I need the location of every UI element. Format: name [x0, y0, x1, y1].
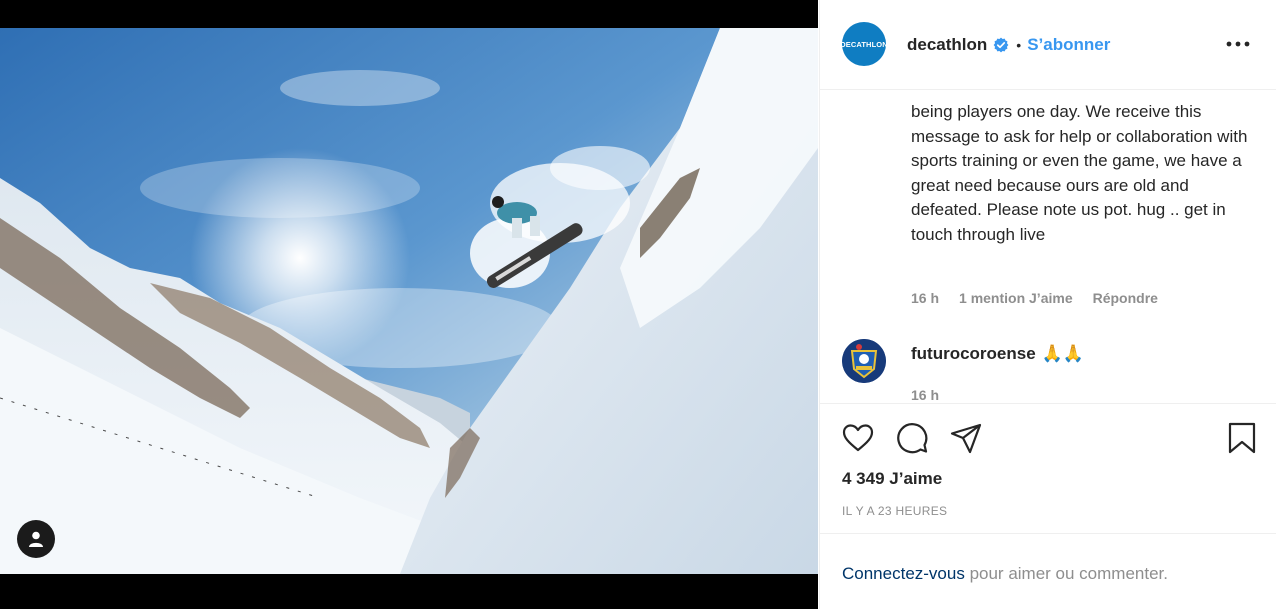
comment-likes-link[interactable]: 1 mention J’aime [959, 290, 1073, 306]
share-icon[interactable] [949, 421, 983, 455]
avatar[interactable]: DECATHLON [840, 22, 888, 66]
tagged-users-button[interactable] [17, 520, 55, 558]
user-icon [29, 531, 43, 547]
avatar[interactable] [842, 339, 886, 383]
heart-icon[interactable] [841, 421, 875, 455]
bookmark-icon[interactable] [1225, 421, 1259, 455]
post-side-panel: DECATHLON decathlon • S’abonner being pl… [819, 0, 1276, 609]
login-prompt-rest: pour aimer ou commenter. [964, 564, 1168, 583]
username-link[interactable]: decathlon [907, 35, 987, 55]
avatar-logo-text: DECATHLON [840, 39, 888, 49]
header-user-line: decathlon • S’abonner [907, 34, 1110, 56]
reply-button[interactable]: Répondre [1093, 290, 1158, 306]
comments-list[interactable]: being players one day. We receive this m… [820, 90, 1276, 403]
login-prompt-text: Connectez-vous pour aimer ou commenter. [842, 564, 1168, 584]
comment-username-link[interactable]: futurocoroense [911, 344, 1036, 364]
comment-time[interactable]: 16 h [911, 290, 939, 306]
comment-text: 🙏🙏 [1041, 344, 1085, 363]
post-header: DECATHLON decathlon • S’abonner [820, 0, 1276, 90]
post-actions: 4 349 J’aime IL Y A 23 HEURES [820, 403, 1276, 533]
comment-time[interactable]: 16 h [911, 387, 939, 403]
likes-count[interactable]: 4 349 J’aime [842, 469, 942, 489]
login-prompt: Connectez-vous pour aimer ou commenter. [820, 533, 1276, 609]
more-options-icon[interactable] [1225, 34, 1251, 54]
snowboard-photo [0, 28, 818, 574]
comment-icon[interactable] [895, 421, 929, 455]
post-photo[interactable] [0, 28, 818, 574]
separator-dot: • [1016, 37, 1022, 53]
comment-text: being players one day. We receive this m… [911, 102, 1248, 244]
comment-row: futurocoroense 🙏🙏 [911, 344, 1084, 364]
club-crest-image [842, 339, 886, 383]
follow-button[interactable]: S’abonner [1027, 35, 1110, 55]
post-media [0, 0, 818, 609]
post-timestamp[interactable]: IL Y A 23 HEURES [842, 504, 947, 518]
comment-meta: 16 h 1 mention J’aime Répondre [911, 290, 1158, 306]
login-link[interactable]: Connectez-vous [842, 564, 965, 583]
verified-badge-icon [993, 37, 1009, 53]
